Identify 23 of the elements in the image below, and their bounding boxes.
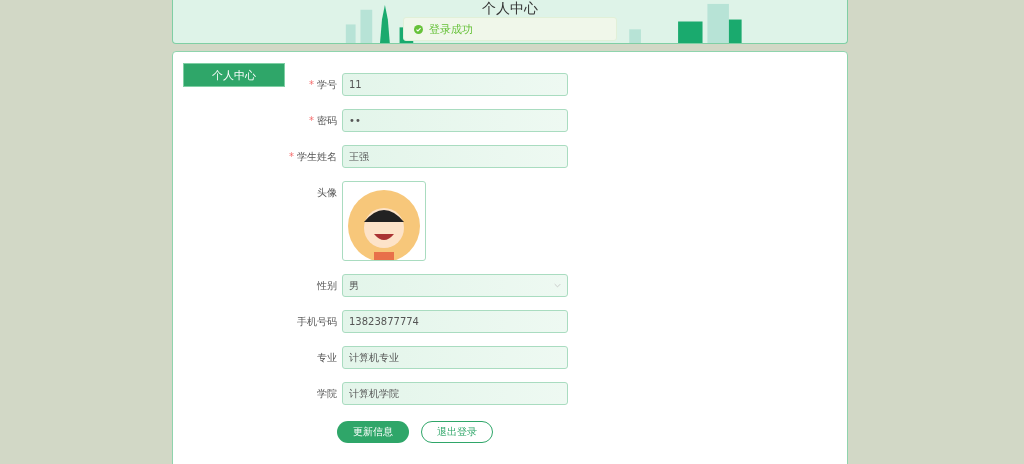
field-label: 性别 bbox=[317, 278, 337, 293]
required-mark: * bbox=[309, 115, 314, 126]
field-label: 学院 bbox=[317, 386, 337, 401]
field-label: 学生姓名 bbox=[297, 149, 337, 164]
select-field[interactable]: 男 bbox=[342, 274, 568, 297]
field-label: 学号 bbox=[317, 77, 337, 92]
required-mark: * bbox=[309, 79, 314, 90]
check-circle-icon bbox=[414, 24, 423, 34]
avatar-image[interactable] bbox=[342, 181, 426, 261]
input-field[interactable]: 11 bbox=[342, 73, 568, 96]
chevron-down-icon bbox=[554, 283, 561, 288]
input-field[interactable]: •• bbox=[342, 109, 568, 132]
toast-message: 登录成功 bbox=[429, 21, 473, 37]
field-label: 专业 bbox=[317, 350, 337, 365]
field-label: 密码 bbox=[317, 113, 337, 128]
page-title: 个人中心 bbox=[481, 0, 539, 16]
input-field[interactable]: 13823877774 bbox=[342, 310, 568, 333]
input-field[interactable]: 计算机专业 bbox=[342, 346, 568, 369]
field-label: 头像 bbox=[317, 185, 337, 200]
input-field[interactable]: 王强 bbox=[342, 145, 568, 168]
input-field[interactable]: 计算机学院 bbox=[342, 382, 568, 405]
required-mark: * bbox=[289, 151, 294, 162]
field-label: 手机号码 bbox=[297, 314, 337, 329]
